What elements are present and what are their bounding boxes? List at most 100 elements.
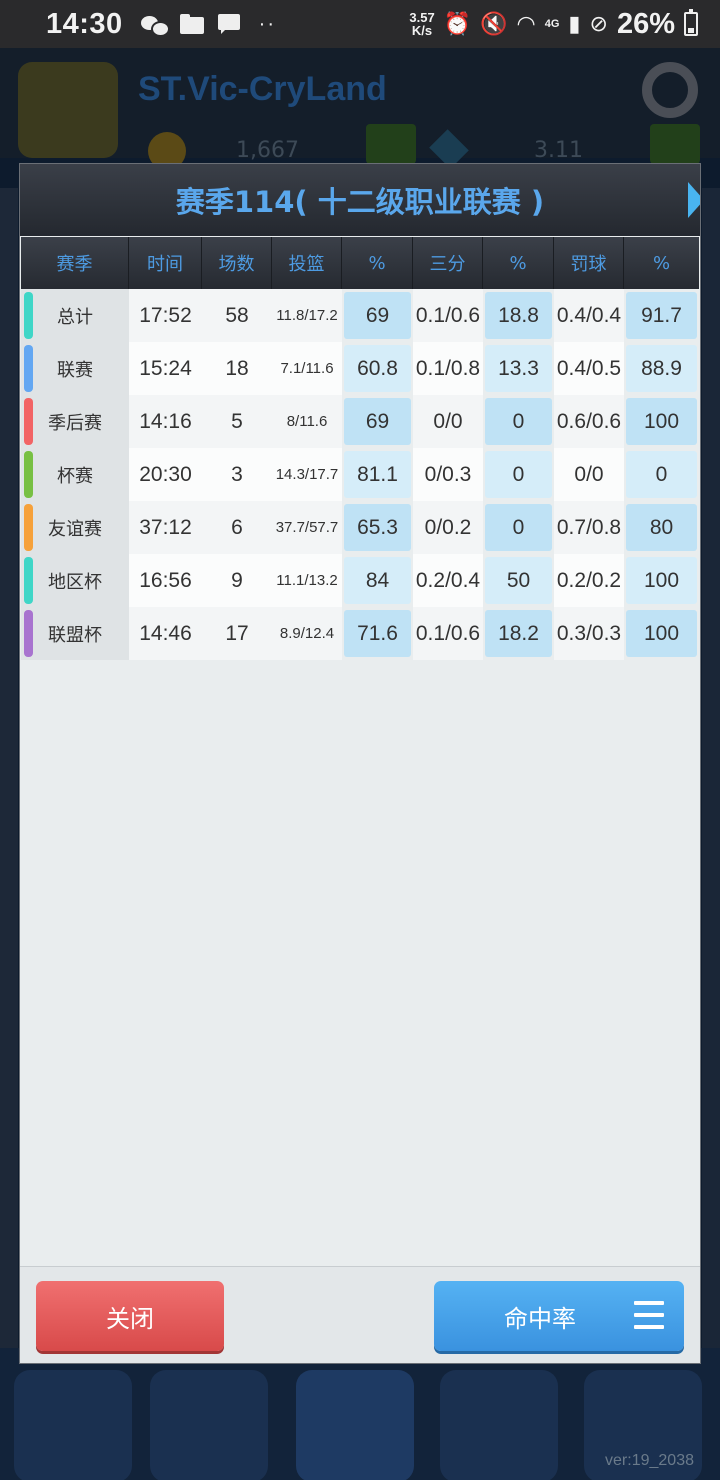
notification-icons: ·· <box>140 12 276 37</box>
row-color-stripe <box>24 345 33 392</box>
cell-ft: 0.4/0.4 <box>554 289 624 342</box>
status-bar: 14:30 ·· 3.57 K/s ⏰ 🔇 ◠ 4G ▮ ⊘ 26% <box>0 0 720 48</box>
battery-percent: 26% <box>616 7 675 40</box>
row-season-name: 友谊赛 <box>21 501 129 554</box>
bg-left-panel <box>0 188 18 1388</box>
bg-tab-court-icon <box>296 1370 414 1480</box>
bg-tab-star-icon <box>14 1370 132 1480</box>
system-icons: 3.57 K/s ⏰ 🔇 ◠ 4G ▮ ⊘ 26% <box>409 8 698 41</box>
cell-three: 0.1/0.6 <box>413 289 483 342</box>
cell-fg: 7.1/11.6 <box>272 342 342 395</box>
stats-table-header: 赛季 时间 场数 投篮 % 三分 % 罚球 % <box>21 237 699 289</box>
stat-mode-label: 命中率 <box>504 1304 576 1333</box>
cell-ft: 0.2/0.2 <box>554 554 624 607</box>
col-header-games[interactable]: 场数 <box>202 237 272 289</box>
cell-time: 14:16 <box>129 395 202 448</box>
table-row[interactable]: 联赛 15:24 18 7.1/11.6 60.8 0.1/0.8 13.3 0.4/0.5 8… <box>21 342 699 395</box>
bg-right-panel <box>702 188 720 1388</box>
cell-games: 58 <box>202 289 272 342</box>
cell-games: 5 <box>202 395 272 448</box>
cell-ft-pct: 91.7 <box>624 289 699 342</box>
col-header-season[interactable]: 赛季 <box>21 237 129 289</box>
version-label: ver:19_2038 <box>605 1452 694 1469</box>
message-icon <box>217 13 243 35</box>
cell-time: 37:12 <box>129 501 202 554</box>
col-header-fg-pct[interactable]: % <box>342 237 413 289</box>
cell-fg: 11.8/17.2 <box>272 289 342 342</box>
cell-fg-pct: 60.8 <box>342 342 413 395</box>
cell-three: 0/0.3 <box>413 448 483 501</box>
row-season-name: 杯赛 <box>21 448 129 501</box>
cell-fg-pct: 84 <box>342 554 413 607</box>
battery-icon <box>684 9 698 36</box>
row-color-stripe <box>24 398 33 445</box>
row-season-name: 联盟杯 <box>21 607 129 660</box>
cell-ft-pct: 0 <box>624 448 699 501</box>
col-header-three[interactable]: 三分 <box>413 237 483 289</box>
row-color-stripe <box>24 504 33 551</box>
cell-three-pct: 13.3 <box>483 342 554 395</box>
team-name: ST.Vic-CryLand <box>138 70 387 108</box>
col-header-time[interactable]: 时间 <box>129 237 202 289</box>
wechat-icon <box>140 13 170 37</box>
cell-time: 14:46 <box>129 607 202 660</box>
status-time: 14:30 <box>46 7 123 40</box>
cell-games: 9 <box>202 554 272 607</box>
col-header-ft[interactable]: 罚球 <box>554 237 624 289</box>
stat-mode-button[interactable]: 命中率 <box>434 1281 684 1351</box>
season-stats-dialog: 赛季114( 十二级职业联赛 ) 赛季 时间 场数 投篮 % 三分 % 罚球 %… <box>19 163 701 1364</box>
cell-ft-pct: 88.9 <box>624 342 699 395</box>
cell-ft: 0.3/0.3 <box>554 607 624 660</box>
cell-ft: 0.7/0.8 <box>554 501 624 554</box>
cell-games: 3 <box>202 448 272 501</box>
cell-time: 20:30 <box>129 448 202 501</box>
add-money-button <box>366 124 416 164</box>
cell-three-pct: 0 <box>483 395 554 448</box>
cell-three: 0/0.2 <box>413 501 483 554</box>
more-notifications-icon: ·· <box>258 12 276 35</box>
cell-fg: 14.3/17.7 <box>272 448 342 501</box>
cell-three-pct: 0 <box>483 448 554 501</box>
cell-three: 0/0 <box>413 395 483 448</box>
network-speed: 3.57 K/s <box>409 10 435 38</box>
folder-icon <box>179 13 205 35</box>
cell-ft-pct: 100 <box>624 395 699 448</box>
settings-gear-icon <box>642 62 698 118</box>
table-row[interactable]: 友谊赛 37:12 6 37.7/57.7 65.3 0/0.2 0 0.7/0.8 80 <box>21 501 699 554</box>
table-row[interactable]: 总计 17:52 58 11.8/17.2 69 0.1/0.6 18.8 0.4/0.4 91… <box>21 289 699 342</box>
mute-icon: 🔇 <box>480 11 508 36</box>
wifi-icon: ◠ <box>516 11 536 36</box>
col-header-ft-pct[interactable]: % <box>624 237 699 289</box>
col-header-fg[interactable]: 投篮 <box>272 237 342 289</box>
team-logo <box>18 62 118 158</box>
row-season-name: 地区杯 <box>21 554 129 607</box>
cell-games: 18 <box>202 342 272 395</box>
col-header-three-pct[interactable]: % <box>483 237 554 289</box>
cell-fg: 8.9/12.4 <box>272 607 342 660</box>
cell-three-pct: 50 <box>483 554 554 607</box>
cell-time: 15:24 <box>129 342 202 395</box>
gem-count: 3.11 <box>534 138 583 163</box>
cell-ft: 0.4/0.5 <box>554 342 624 395</box>
row-color-stripe <box>24 292 33 339</box>
money-value: 1,667 <box>236 138 299 163</box>
next-season-arrow-icon[interactable] <box>688 182 700 218</box>
table-row[interactable]: 杯赛 20:30 3 14.3/17.7 81.1 0/0.3 0 0/0 0 <box>21 448 699 501</box>
cell-ft: 0.6/0.6 <box>554 395 624 448</box>
row-season-name: 总计 <box>21 289 129 342</box>
cell-fg-pct: 69 <box>342 289 413 342</box>
cell-three-pct: 18.8 <box>483 289 554 342</box>
cell-three: 0.1/0.6 <box>413 607 483 660</box>
cell-ft-pct: 100 <box>624 607 699 660</box>
table-row[interactable]: 地区杯 16:56 9 11.1/13.2 84 0.2/0.4 50 0.2/0.2 100 <box>21 554 699 607</box>
close-button[interactable]: 关闭 <box>36 1281 224 1351</box>
cell-time: 17:52 <box>129 289 202 342</box>
cell-ft-pct: 80 <box>624 501 699 554</box>
bg-tab-chat-icon <box>440 1370 558 1480</box>
table-row[interactable]: 联盟杯 14:46 17 8.9/12.4 71.6 0.1/0.6 18.2 0.3/0.3… <box>21 607 699 660</box>
table-row[interactable]: 季后赛 14:16 5 8/11.6 69 0/0 0 0.6/0.6 100 <box>21 395 699 448</box>
dialog-title: 赛季114( 十二级职业联赛 ) <box>20 164 700 236</box>
bg-tab-currency-icon <box>150 1370 268 1480</box>
cell-fg-pct: 69 <box>342 395 413 448</box>
signal-icon: ▮ <box>568 11 581 36</box>
